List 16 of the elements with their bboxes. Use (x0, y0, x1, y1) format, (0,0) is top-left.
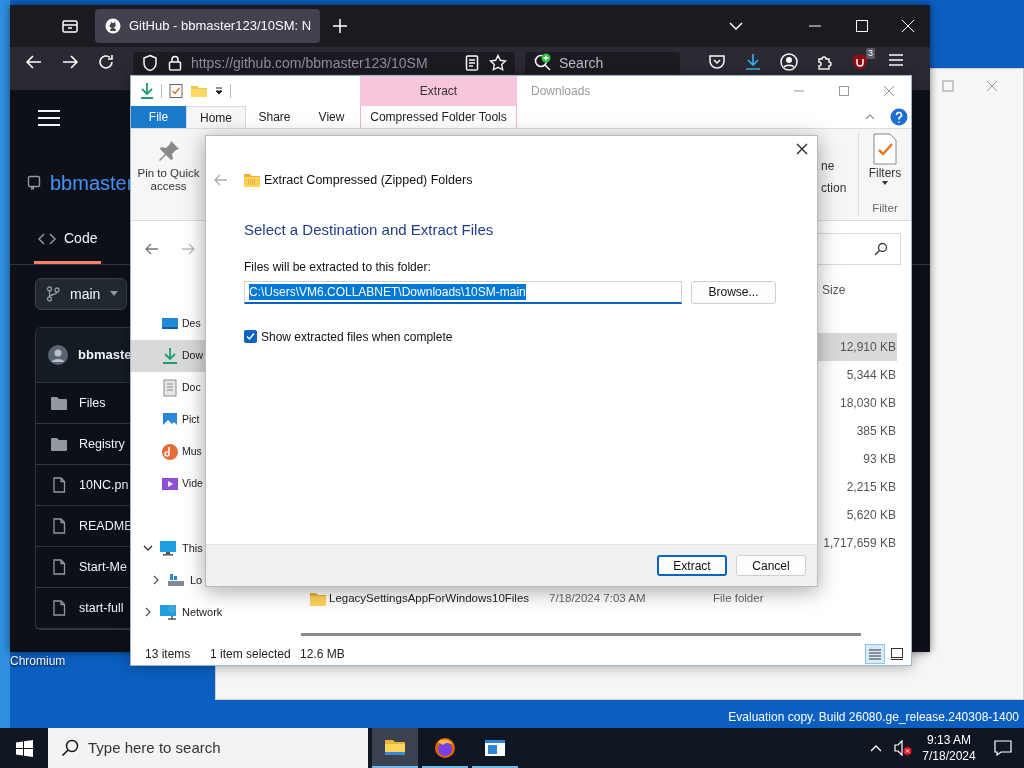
window-title: Downloads (531, 83, 591, 100)
dialog-title: Extract Compressed (Zipped) Folders (264, 171, 473, 189)
tab-title: GitHub - bbmaster123/10SM: N (129, 17, 312, 36)
status-text: 13 items (145, 645, 192, 663)
table-cell-text: 7/18/2024 7:03 AM (549, 591, 647, 607)
search-placeholder: Search (559, 53, 604, 73)
dialog-heading: Select a Destination and Extract Files (244, 220, 495, 240)
notification-badge: 3 (866, 48, 875, 59)
group-label: Filter (872, 200, 898, 216)
watermark-text: Evaluation copy. Build 26080.ge_release.240308-1400 (728, 709, 1019, 726)
context-tab-header: Extract (360, 76, 517, 106)
table-cell-text: File folder (713, 591, 764, 607)
field-label: Files will be extracted to this folder: (244, 258, 432, 276)
status-text: 12.6 MB (300, 645, 345, 663)
url-text: https://github.com/bbmaster123/10SM (191, 53, 428, 73)
status-text: 1 item selected (210, 645, 292, 663)
